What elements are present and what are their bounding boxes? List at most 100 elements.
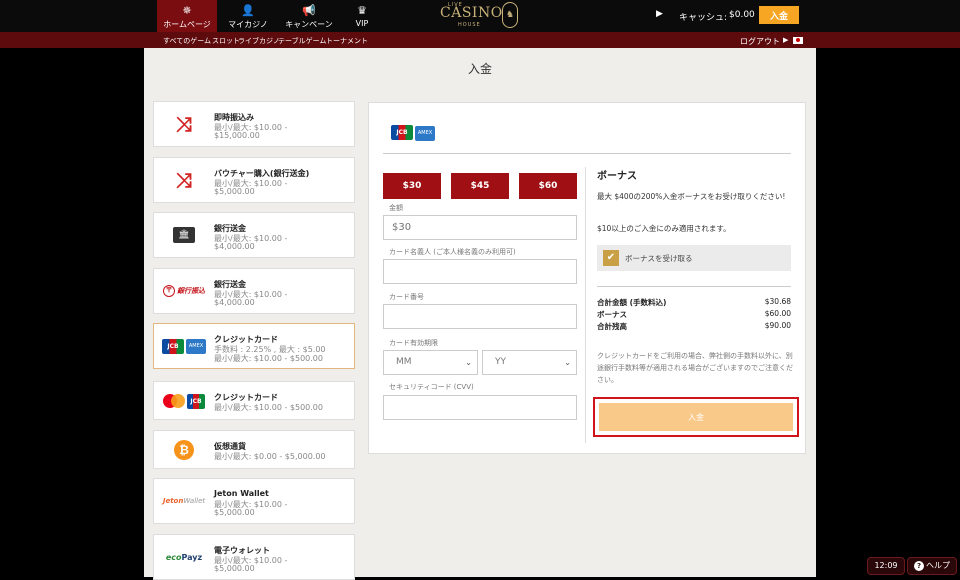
- fee-note: クレジットカードをご利用の場合、弊社側の手数料以外に、別途銀行手数料等が適用され…: [597, 352, 793, 384]
- bonus-title: ボーナス: [597, 171, 637, 182]
- expiry-label: カード有効期限: [389, 339, 438, 347]
- logo-casino-text: CASINO: [440, 5, 503, 21]
- jeton-logo-subtext: Wallet: [183, 497, 206, 505]
- submit-deposit-button[interactable]: 入金: [599, 403, 793, 431]
- summary-value: $30.68: [764, 297, 791, 306]
- bank-logo-text: 銀行振込: [177, 287, 205, 295]
- chip-icon: ✵: [182, 4, 192, 17]
- summary-label: 合計残高: [597, 322, 627, 331]
- card-holder-input[interactable]: [383, 259, 577, 284]
- help-button[interactable]: ? ヘルプ: [907, 557, 957, 575]
- method-limits: 最小/最大: $10.00 - $500.00: [214, 403, 323, 412]
- play-icon[interactable]: ▶: [656, 9, 663, 19]
- expiry-month-value: MM: [396, 357, 412, 367]
- method-ecopayz[interactable]: ecoPayz 電子ウォレット 最小/最大: $10.00 - $5,000.0…: [153, 534, 355, 580]
- ecopayz-logo-subtext: Payz: [181, 552, 203, 562]
- logout-link[interactable]: ログアウト: [740, 36, 780, 47]
- shuffle-icon: ⤨: [176, 168, 192, 192]
- japan-flag-icon[interactable]: [793, 37, 803, 44]
- cvv-label: セキュリティコード (CVV): [389, 383, 474, 391]
- nav-home[interactable]: ✵ ホームページ: [157, 0, 217, 32]
- card-number-label: カード番号: [389, 293, 424, 301]
- method-instant-transfer[interactable]: ⤨ 即時振込み 最小/最大: $10.00 - $15,000.00: [153, 101, 355, 147]
- divider: [383, 153, 791, 154]
- play-small-icon: ▶: [783, 36, 789, 44]
- expiry-year-select[interactable]: YY ⌄: [482, 350, 577, 375]
- method-credit-card-jcb[interactable]: JCB AMEX クレジットカード 手数料 : 2.25% , 最大 : $5.0…: [153, 323, 355, 369]
- jcb-amex-icon: JCB AMEX: [162, 333, 206, 359]
- jeton-logo-text: Jeton: [162, 497, 184, 505]
- summary-bonus-row: ボーナス $60.00: [597, 309, 791, 320]
- subnav-table-games[interactable]: テーブルゲーム: [278, 36, 326, 46]
- divider: [597, 286, 791, 287]
- deposit-page: 入金 ⤨ 即時振込み 最小/最大: $10.00 - $15,000.00 ⤨ …: [144, 48, 816, 580]
- summary-value: $90.00: [764, 321, 791, 330]
- page-title: 入金: [467, 62, 492, 76]
- logo-emblem-icon: ♞: [502, 2, 518, 28]
- summary-label: ボーナス: [597, 310, 627, 319]
- ecopayz-logo-text: eco: [165, 552, 182, 562]
- subnav-live-casino[interactable]: ライブカジノ: [238, 36, 280, 46]
- summary-total-row: 合計金額 (手数料込) $30.68: [597, 297, 791, 308]
- megaphone-icon: 📢: [302, 4, 316, 17]
- cash-label: キャッシュ:: [679, 13, 728, 23]
- amount-input[interactable]: [383, 215, 577, 240]
- deposit-form-panel: JCBAMEX $30 $45 $60 金額 カード名義人 (ご本人様名義のみ利…: [368, 102, 806, 454]
- shuffle-icon: ⤨: [176, 112, 192, 136]
- amount-45-button[interactable]: $45: [451, 173, 509, 199]
- cvv-input[interactable]: [383, 395, 577, 420]
- chevron-down-icon: ⌄: [564, 358, 571, 367]
- nav-home-label: ホームページ: [163, 20, 211, 29]
- bonus-checkbox-label: ボーナスを受け取る: [625, 254, 693, 263]
- amount-30-button[interactable]: $30: [383, 173, 441, 199]
- summary-balance-row: 合計残高 $90.00: [597, 321, 791, 332]
- method-voucher[interactable]: ⤨ バウチャー購入(銀行送金) 最小/最大: $10.00 - $5,000.0…: [153, 157, 355, 203]
- subnav-all-games[interactable]: すべてのゲーム: [163, 36, 211, 46]
- method-bank-transfer-1[interactable]: 🏛 銀行送金 最小/最大: $10.00 - $4,000.00: [153, 212, 355, 258]
- method-crypto[interactable]: ₿ 仮想通貨 最小/最大: $0.00 - $5,000.00: [153, 430, 355, 469]
- amount-label: 金額: [389, 204, 403, 212]
- header-deposit-button[interactable]: 入金: [759, 6, 799, 24]
- question-icon: ?: [914, 561, 924, 571]
- method-limits: 最小/最大: $10.00 - $500.00: [214, 354, 323, 363]
- method-credit-card-mc[interactable]: JCB クレジットカード 最小/最大: $10.00 - $500.00: [153, 381, 355, 420]
- checkmark-icon[interactable]: ✔: [603, 250, 619, 266]
- card-holder-label: カード名義人 (ご本人様名義のみ利用可): [389, 248, 516, 256]
- site-logo[interactable]: LIVE CASINO HOUSE ♞: [440, 1, 520, 31]
- jcb-amex-icon: JCB AMEX: [391, 119, 435, 141]
- divider: [585, 167, 586, 443]
- top-navbar: ✵ ホームページ 👤 マイカジノ 📢 キャンペーン ♛ VIP LIVE CAS…: [0, 0, 960, 32]
- subnav-slots[interactable]: スロット: [212, 36, 240, 46]
- submit-highlight: 入金: [593, 397, 799, 437]
- summary-value: $60.00: [764, 309, 791, 318]
- ecopayz-logo: ecoPayz: [162, 544, 206, 570]
- chevron-down-icon: ⌄: [465, 358, 472, 367]
- crown-icon: ♛: [357, 4, 367, 17]
- monitor-bank-icon: 🏛: [162, 222, 206, 248]
- user-icon: 👤: [241, 4, 255, 17]
- nav-vip[interactable]: ♛ VIP: [332, 0, 392, 32]
- bank-transfer-logo: 〒銀行振込: [162, 278, 206, 304]
- nav-campaign[interactable]: 📢 キャンペーン: [279, 0, 339, 32]
- bitcoin-icon: ₿: [162, 437, 206, 463]
- bonus-opt-in[interactable]: ✔ ボーナスを受け取る: [597, 245, 791, 271]
- method-title: Jeton Wallet: [214, 489, 269, 498]
- nav-mycasino[interactable]: 👤 マイカジノ: [218, 0, 278, 32]
- nav-mycasino-label: マイカジノ: [228, 20, 268, 29]
- expiry-month-select[interactable]: MM ⌄: [383, 350, 478, 375]
- method-jeton-wallet[interactable]: JetonWallet Jeton Wallet 最小/最大: $10.00 -…: [153, 478, 355, 524]
- method-bank-transfer-2[interactable]: 〒銀行振込 銀行送金 最小/最大: $10.00 - $4,000.00: [153, 268, 355, 314]
- method-limits-max: $15,000.00: [214, 131, 260, 140]
- subnav-tournament[interactable]: トーナメント: [326, 36, 368, 46]
- method-limits: 最小/最大: $0.00 - $5,000.00: [214, 452, 326, 461]
- mastercard-jcb-icon: JCB: [162, 388, 206, 414]
- nav-campaign-label: キャンペーン: [285, 20, 333, 29]
- method-limits-max: $5,000.00: [214, 508, 255, 517]
- help-label: ヘルプ: [926, 561, 950, 570]
- nav-vip-label: VIP: [355, 19, 369, 28]
- expiry-year-value: YY: [495, 357, 506, 367]
- card-number-input[interactable]: [383, 304, 577, 329]
- bonus-description: 最大 $400の200%入金ボーナスをお受け取りください!: [597, 192, 786, 201]
- amount-60-button[interactable]: $60: [519, 173, 577, 199]
- bonus-min-deposit: $10以上のご入金にのみ適用されます。: [597, 224, 731, 233]
